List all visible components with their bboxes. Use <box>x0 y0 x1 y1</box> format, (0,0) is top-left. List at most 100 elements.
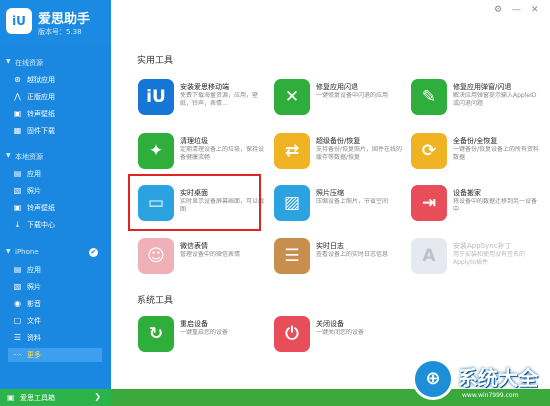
sidebar-item-jailbreak-apps[interactable]: ⊛ 越狱应用 <box>0 73 111 87</box>
sidebar-item-label: 更多 <box>27 351 41 359</box>
tool-name: 微信表情 <box>180 242 208 250</box>
tool-name: 全备份/全恢复 <box>453 137 498 145</box>
appstore-icon: A <box>411 238 447 274</box>
tool-restart-device[interactable]: ↻ 重启设备 一键重启您的设备 <box>138 316 268 362</box>
toolbox-icon: ▣ <box>7 393 15 402</box>
tool-shutdown-device[interactable]: ⏻ 关闭设备 一键关闭您的设备 <box>274 316 404 362</box>
tool-desc: 压缩设备上照片，节省空间 <box>316 198 389 205</box>
tool-name: 安装爱思移动端 <box>180 83 229 91</box>
transfer-icon: ⇥ <box>411 185 447 221</box>
tool-name: 照片压缩 <box>316 189 344 197</box>
more-icon: ⋯ <box>13 350 22 359</box>
section-header-local[interactable]: ▼ 本地资源 <box>0 150 111 164</box>
tool-name: 实时日志 <box>316 242 344 250</box>
tool-full-backup[interactable]: ⟳ 全备份/全恢复 一键备份/恢复设备上的所有资料数据 <box>411 133 541 179</box>
app-version: 版本号：5.38 <box>38 28 82 36</box>
tool-name: 超级备份/恢复 <box>316 137 361 145</box>
sidebar-item-device-media[interactable]: ◉ 影音 <box>0 297 111 311</box>
sidebar-item-device-photos[interactable]: ▧ 照片 <box>0 280 111 294</box>
app-store-icon: ⋀ <box>14 92 21 101</box>
image-icon: ▨ <box>274 185 310 221</box>
tool-name: 关闭设备 <box>316 320 344 328</box>
tool-install-mobile[interactable]: iU 安装爱思移动端 免费下载海量资源，应用，壁纸，铃声，表情… <box>138 79 268 125</box>
tool-desc: 一键关闭您的设备 <box>316 329 365 336</box>
toolbox-button[interactable]: ▣ 爱思工具箱 ❯ <box>0 389 111 406</box>
toolbox-label: 爱思工具箱 <box>20 394 55 402</box>
tool-clean-junk[interactable]: ✦ 清理垃圾 定期清理设备上的垃圾，保持设备健康流畅 <box>138 133 268 179</box>
sidebar-item-firmware-download[interactable]: ▦ 固件下载 <box>0 124 111 138</box>
sidebar-item-label: 应用 <box>27 170 41 178</box>
tool-desc: 将设备中的数据迁移到另一设备中 <box>453 198 538 213</box>
ringtone-icon: ▣ <box>13 109 22 118</box>
sidebar-item-ringtones-wallpapers[interactable]: ▣ 铃声壁纸 <box>0 107 111 121</box>
app-logo-icon: iU <box>138 79 174 115</box>
broom-icon: ✦ <box>138 133 174 169</box>
tool-desc: 查看设备上的实时日志信息 <box>316 251 389 258</box>
watermark-url: www.win7999.com <box>462 392 519 399</box>
refresh-icon: ⟳ <box>411 133 447 169</box>
sidebar-item-label: 下载中心 <box>27 221 55 229</box>
system-tools-title: 系统工具 <box>137 296 174 306</box>
tool-desc: 用于安装和使用没有签名的Applyto插件 <box>453 251 526 266</box>
photo-icon: ▧ <box>13 282 22 291</box>
sidebar: iU 爱思助手 版本号：5.38 ▼ 在线资源 ⊛ 越狱应用 ⋀ 正版应用 ▣ … <box>0 0 111 406</box>
tool-name: 清理垃圾 <box>180 137 208 145</box>
sidebar-item-device-info[interactable]: ☰ 资料 <box>0 331 111 345</box>
sidebar-item-local-ringtones[interactable]: ▣ 铃声壁纸 <box>0 201 111 215</box>
tool-appsync[interactable]: A 安装AppSync补丁 用于安装和使用没有签名的Applyto插件 <box>411 238 541 284</box>
apps-icon: ▤ <box>13 169 22 178</box>
collapse-arrow-icon: ▼ <box>6 152 11 159</box>
firmware-icon: ▦ <box>13 126 22 135</box>
backup-icon: ⇄ <box>274 133 310 169</box>
tool-desc: 支持备份/恢复照片，固件在线的缓存等数据/恢复 <box>316 146 403 161</box>
sidebar-item-local-photos[interactable]: ▧ 照片 <box>0 184 111 198</box>
sidebar-item-label: 越狱应用 <box>27 76 55 84</box>
tool-name: 设备搬家 <box>453 189 481 197</box>
sidebar-item-download-center[interactable]: ⤓ 下载中心 <box>0 218 111 232</box>
brush-icon: ✎ <box>411 79 447 115</box>
settings-icon[interactable]: ⚙ <box>494 5 502 15</box>
sidebar-item-label: 资料 <box>27 334 41 342</box>
tool-name: 安装AppSync补丁 <box>453 242 512 250</box>
tool-device-migrate[interactable]: ⇥ 设备搬家 将设备中的数据迁移到另一设备中 <box>411 185 541 231</box>
apps-icon: ▤ <box>13 265 22 274</box>
tool-realtime-log[interactable]: ☰ 实时日志 查看设备上的实时日志信息 <box>274 238 404 284</box>
section-header-iphone[interactable]: ▼ iPhone ✔ <box>0 246 111 260</box>
collapse-arrow-icon: ▼ <box>6 58 11 65</box>
tool-super-backup[interactable]: ⇄ 超级备份/恢复 支持备份/恢复照片，固件在线的缓存等数据/恢复 <box>274 133 404 179</box>
info-list-icon: ☰ <box>13 333 22 342</box>
close-button[interactable]: ✕ <box>531 5 539 15</box>
sidebar-item-more[interactable]: ⋯ 更多 <box>8 348 102 362</box>
practical-tools-title: 实用工具 <box>137 56 174 66</box>
media-icon: ◉ <box>14 299 21 308</box>
brand-header: iU 爱思助手 版本号：5.38 <box>0 0 111 44</box>
tool-fix-crash[interactable]: ✕ 修复应用闪退 一键修复设备中闪退的应用 <box>274 79 404 125</box>
log-icon: ☰ <box>274 238 310 274</box>
tool-desc: 解决应用弹窗提示输入AppleID或闪退问题 <box>453 92 537 107</box>
sidebar-item-label: 照片 <box>27 283 41 291</box>
tool-desc: 定期清理设备上的垃圾，保持设备健康流畅 <box>180 146 265 161</box>
tool-desc: 管理设备中的微信表情 <box>180 251 241 258</box>
tool-wechat-stickers[interactable]: ☺ 微信表情 管理设备中的微信表情 <box>138 238 268 284</box>
apps-icon: ⊛ <box>14 75 21 84</box>
watermark: ⊕ 系统大全 www.win7999.com <box>412 356 550 406</box>
section-title: 本地资源 <box>15 153 43 161</box>
sidebar-item-label: 固件下载 <box>27 127 55 135</box>
app-name: 爱思助手 <box>38 12 91 27</box>
file-icon: ▢ <box>13 316 22 325</box>
sidebar-item-device-apps[interactable]: ▤ 应用 <box>0 263 111 277</box>
tool-photo-compress[interactable]: ▨ 照片压缩 压缩设备上照片，节省空间 <box>274 185 404 231</box>
sidebar-item-label: 照片 <box>27 187 41 195</box>
section-header-online[interactable]: ▼ 在线资源 <box>0 56 111 70</box>
tool-fix-popup[interactable]: ✎ 修复应用弹窗/闪退 解决应用弹窗提示输入AppleID或闪退问题 <box>411 79 541 125</box>
sidebar-item-official-apps[interactable]: ⋀ 正版应用 <box>0 90 111 104</box>
minimize-button[interactable]: — <box>512 5 521 15</box>
ringtone-icon: ▣ <box>13 203 22 212</box>
tool-name: 修复应用弹窗/闪退 <box>453 83 512 91</box>
restart-icon: ↻ <box>138 316 174 352</box>
photo-icon: ▧ <box>13 186 22 195</box>
sidebar-item-device-files[interactable]: ▢ 文件 <box>0 314 111 328</box>
section-title: iPhone <box>15 248 39 256</box>
sidebar-item-local-apps[interactable]: ▤ 应用 <box>0 167 111 181</box>
tool-name: 重启设备 <box>180 320 208 328</box>
